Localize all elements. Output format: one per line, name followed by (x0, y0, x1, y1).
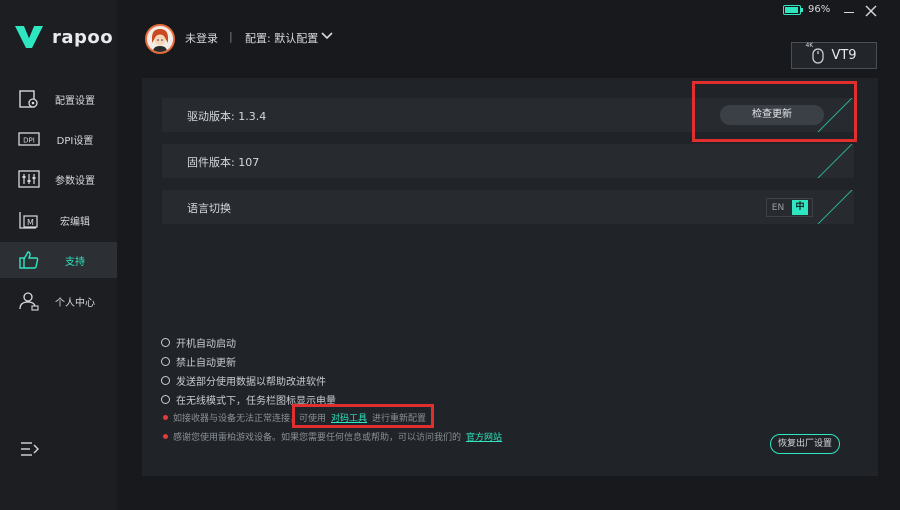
radio-button[interactable] (161, 357, 170, 366)
login-status[interactable]: 未登录 (185, 30, 218, 46)
option-send-usage-data[interactable]: 发送部分使用数据以帮助改进软件 (161, 373, 326, 388)
driver-version: 驱动版本: 1.3.4 (187, 110, 267, 123)
row-corner-accent (817, 144, 853, 178)
radio-button[interactable] (161, 395, 170, 404)
red-dot-icon (163, 434, 168, 439)
highlight-box (692, 81, 857, 142)
polling-badge: 4K (805, 41, 814, 49)
language-switch-label: 语言切换 (187, 202, 231, 215)
website-note: 感谢您使用雷柏游戏设备。如果您需要任何信息或帮助，可以访问我们的 官方网站 (163, 430, 502, 443)
collapse-menu-icon[interactable] (20, 440, 40, 458)
rapoo-logo: rapoo (14, 24, 113, 50)
battery-icon (783, 5, 803, 15)
mouse-icon: 4K (805, 42, 825, 64)
sidebar-item-macro[interactable]: M 宏编辑 (0, 202, 117, 238)
language-toggle[interactable]: EN 中 (766, 198, 813, 217)
sidebar: rapoo 配置设置 DPI DPI设置 参数设置 M 宏编辑 支持 个人中心 (0, 0, 117, 510)
firmware-version: 固件版本: 107 (187, 156, 260, 169)
sidebar-item-label: 参数设置 (55, 175, 95, 187)
sidebar-item-label: 支持 (65, 256, 85, 268)
sidebar-item-profile[interactable]: 个人中心 (0, 283, 117, 319)
sidebar-item-label: 配置设置 (55, 95, 95, 107)
sidebar-item-label: 个人中心 (55, 297, 95, 309)
sidebar-item-support[interactable]: 支持 (0, 242, 117, 278)
firmware-version-row: 固件版本: 107 (162, 144, 854, 178)
sidebar-item-config[interactable]: 配置设置 (0, 81, 117, 117)
top-bar: 未登录 | 配置: 默认配置 96% 4K VT9 (117, 0, 900, 75)
radio-button[interactable] (161, 376, 170, 385)
chevron-down-icon[interactable] (321, 31, 333, 41)
lang-zh-option[interactable]: 中 (792, 200, 808, 215)
rapoo-v-logo-icon (15, 26, 43, 48)
option-label: 开机自动启动 (176, 339, 236, 350)
factory-reset-button[interactable]: 恢复出厂设置 (770, 434, 840, 454)
option-label: 禁止自动更新 (176, 358, 236, 369)
lang-en-option[interactable]: EN (767, 203, 789, 213)
official-website-link[interactable]: 官方网站 (466, 430, 502, 443)
option-auto-start[interactable]: 开机自动启动 (161, 335, 236, 350)
radio-button[interactable] (161, 338, 170, 347)
svg-text:M: M (27, 218, 34, 227)
device-selector-button[interactable]: 4K VT9 (791, 42, 877, 69)
dpi-icon: DPI (18, 132, 40, 146)
row-corner-accent (817, 190, 853, 224)
option-disable-auto-update[interactable]: 禁止自动更新 (161, 354, 236, 369)
svg-text:DPI: DPI (23, 137, 35, 145)
close-icon[interactable] (865, 5, 877, 17)
brand-name: rapoo (52, 26, 114, 48)
config-icon (19, 90, 38, 108)
red-dot-icon (163, 415, 168, 420)
battery-level-fill (785, 7, 799, 13)
avatar-face-icon (147, 26, 173, 52)
sliders-icon (18, 170, 40, 188)
device-name: VT9 (831, 48, 857, 63)
sidebar-item-label: 宏编辑 (60, 216, 90, 228)
sidebar-item-dpi[interactable]: DPI DPI设置 (0, 121, 117, 157)
battery-percentage: 96% (808, 4, 831, 15)
thumbs-up-icon (19, 251, 39, 269)
support-panel: 驱动版本: 1.3.4 检查更新 固件版本: 107 语言切换 EN 中 开机自… (142, 78, 878, 476)
note-text: 感谢您使用雷柏游戏设备。如果您需要任何信息或帮助，可以访问我们的 (173, 433, 462, 443)
header-separator: | (229, 30, 233, 43)
user-icon (19, 292, 39, 311)
profile-selector-label[interactable]: 配置: 默认配置 (245, 30, 318, 46)
language-row: 语言切换 EN 中 (162, 190, 854, 224)
macro-icon: M (19, 212, 38, 229)
highlight-box (292, 404, 434, 428)
sidebar-item-params[interactable]: 参数设置 (0, 161, 117, 197)
option-label: 发送部分使用数据以帮助改进软件 (176, 377, 326, 388)
minimize-icon[interactable] (844, 12, 854, 13)
sidebar-item-label: DPI设置 (56, 135, 94, 147)
avatar[interactable] (145, 24, 175, 54)
